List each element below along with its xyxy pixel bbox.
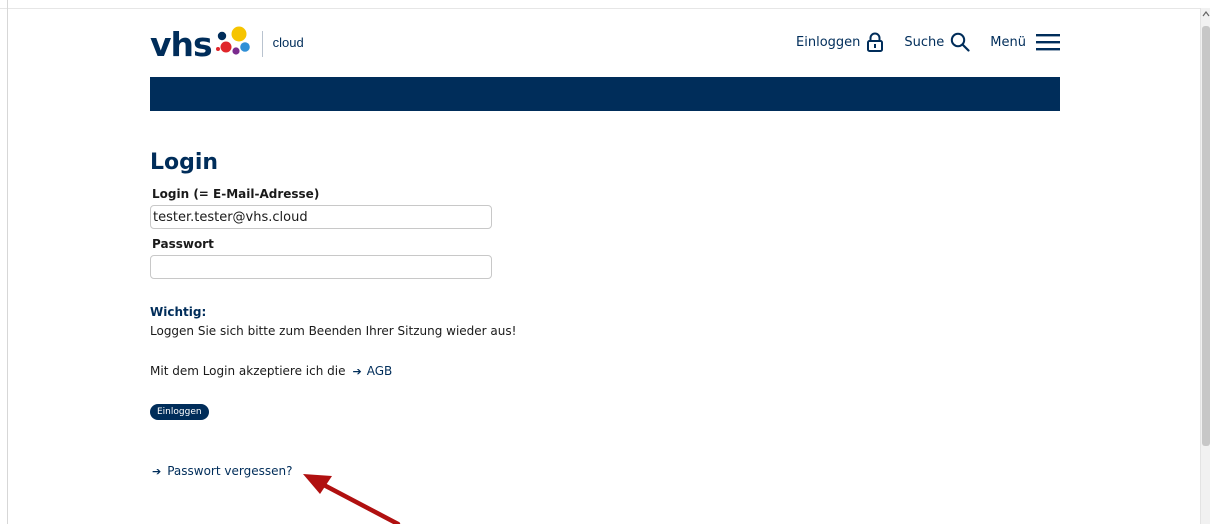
agb-link[interactable]: AGB bbox=[367, 364, 393, 378]
logo-suffix: cloud bbox=[272, 34, 304, 50]
vertical-scrollbar[interactable] bbox=[1200, 8, 1210, 524]
nav-menu-label: Menü bbox=[990, 34, 1026, 50]
nav-menu[interactable]: Menü bbox=[990, 33, 1060, 51]
terms-line: Mit dem Login akzeptiere ich die ➔ AGB bbox=[150, 364, 392, 378]
arrow-right-icon: ➔ bbox=[152, 464, 162, 478]
nav-login[interactable]: Einloggen bbox=[796, 32, 884, 52]
top-navigation: Einloggen Suche Menü bbox=[796, 32, 1060, 52]
password-label: Passwort bbox=[152, 237, 214, 251]
forgot-password-link[interactable]: ➔ Passwort vergessen? bbox=[152, 464, 292, 478]
important-heading: Wichtig: bbox=[150, 305, 207, 319]
lock-icon bbox=[867, 32, 884, 52]
scrollbar-thumb[interactable] bbox=[1202, 26, 1210, 446]
nav-search[interactable]: Suche bbox=[904, 32, 970, 52]
important-text: Loggen Sie sich bitte zum Beenden Ihrer … bbox=[150, 324, 517, 338]
page-title: Login bbox=[150, 150, 219, 175]
header-banner bbox=[150, 77, 1060, 111]
logo-wordmark: vhs bbox=[150, 24, 213, 64]
email-field[interactable] bbox=[150, 205, 492, 229]
window-left-edge bbox=[0, 0, 8, 524]
logo-dots-icon bbox=[215, 26, 250, 55]
nav-search-label: Suche bbox=[904, 34, 945, 50]
forgot-password-label: Passwort vergessen? bbox=[167, 464, 293, 478]
email-label: Login (= E-Mail-Adresse) bbox=[152, 187, 320, 201]
hamburger-menu-icon bbox=[1036, 34, 1060, 51]
scroll-up-arrow-icon[interactable] bbox=[1202, 10, 1210, 18]
nav-login-label: Einloggen bbox=[796, 34, 861, 50]
arrow-right-icon: ➔ bbox=[352, 364, 362, 378]
terms-text: Mit dem Login akzeptiere ich die bbox=[150, 364, 346, 378]
window-top-edge bbox=[0, 0, 1210, 9]
login-button[interactable]: Einloggen bbox=[150, 404, 209, 420]
password-field[interactable] bbox=[150, 255, 492, 279]
vhs-cloud-logo[interactable]: vhs cloud bbox=[150, 24, 304, 64]
logo-divider bbox=[261, 31, 263, 57]
search-icon bbox=[951, 32, 970, 52]
